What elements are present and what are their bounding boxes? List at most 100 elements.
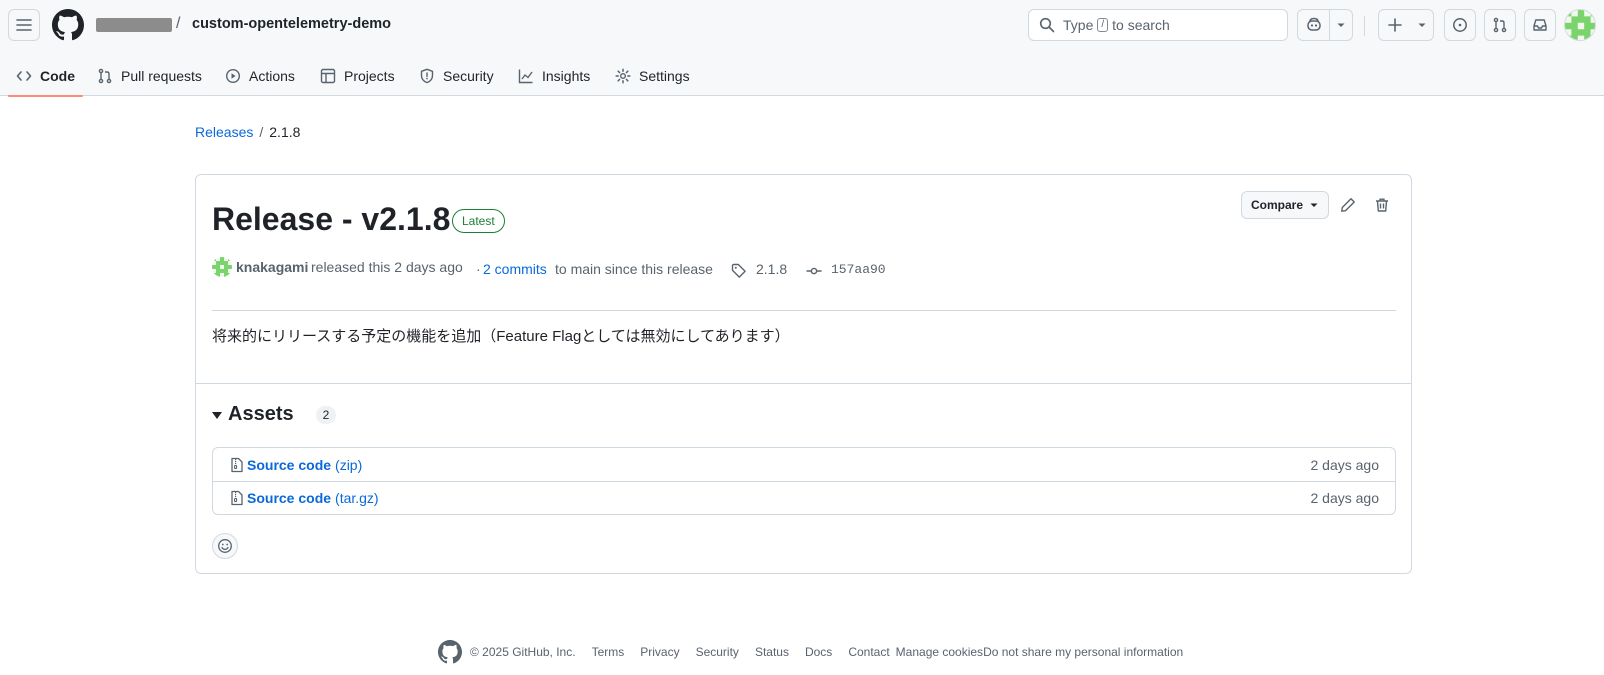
asset-name-link[interactable]: Source code <box>247 457 331 473</box>
issue-opened-icon <box>1453 18 1467 32</box>
triangle-down-icon <box>1337 23 1345 27</box>
tab-code[interactable]: Code <box>8 56 83 97</box>
commits-suffix: to main since this release <box>555 261 713 277</box>
plus-button[interactable] <box>1379 10 1411 40</box>
search-input[interactable]: Type / to search <box>1028 9 1288 41</box>
menu-button[interactable] <box>8 9 40 41</box>
header-separator <box>1364 16 1365 36</box>
triangle-down-icon <box>1310 203 1318 207</box>
released-time-text: released this 2 days ago <box>311 259 463 275</box>
breadcrumb-releases-link[interactable]: Releases <box>195 124 253 140</box>
asset-ext[interactable]: (zip) <box>335 457 362 473</box>
release-meta: knakagami released this 2 days ago · 2 c… <box>212 257 1392 279</box>
file-zip-icon <box>229 490 245 506</box>
release-card: Release - v2.1.8 Latest Compare knakagam… <box>195 174 1412 574</box>
asset-name-link[interactable]: Source code <box>247 490 331 506</box>
file-zip-icon <box>229 457 245 473</box>
footer-link-status[interactable]: Status <box>755 645 789 659</box>
pull-request-icon <box>1493 17 1507 33</box>
pull-requests-button[interactable] <box>1484 9 1516 41</box>
compare-button[interactable]: Compare <box>1241 191 1329 219</box>
shield-icon <box>420 68 434 84</box>
copilot-icon <box>1306 17 1321 31</box>
latest-badge: Latest <box>452 209 505 233</box>
add-reaction-button[interactable] <box>212 533 238 559</box>
repo-header: / custom-opentelemetry-demo Type / to se… <box>0 0 1604 97</box>
code-icon <box>16 71 32 81</box>
git-commit-icon <box>806 267 822 275</box>
plus-icon <box>1388 18 1402 32</box>
smiley-icon <box>218 539 232 553</box>
user-avatar[interactable] <box>1564 9 1596 41</box>
release-title: Release - v2.1.8 <box>212 201 451 237</box>
tab-projects[interactable]: Projects <box>312 56 403 96</box>
caret-down-icon <box>212 412 222 419</box>
graph-icon <box>518 69 533 84</box>
footer-copyright: © 2025 GitHub, Inc. <box>470 645 576 659</box>
pencil-icon <box>1341 198 1355 212</box>
footer-link-privacy[interactable]: Privacy <box>640 645 679 659</box>
footer-link-contact[interactable]: Contact <box>848 645 889 659</box>
play-icon <box>225 68 241 84</box>
tag-link[interactable]: 2.1.8 <box>756 259 787 279</box>
commits-link[interactable]: 2 commits <box>483 259 547 279</box>
assets-list: Source code (zip) 2 days ago Source code… <box>212 447 1396 515</box>
divider <box>212 310 1396 311</box>
commit-sha-link[interactable]: 157aa90 <box>831 259 886 279</box>
tab-settings[interactable]: Settings <box>607 56 698 96</box>
tab-pull-requests[interactable]: Pull requests <box>89 56 210 96</box>
delete-release-button[interactable] <box>1368 191 1396 219</box>
asset-date: 2 days ago <box>1310 456 1380 473</box>
footer-link-manage-cookies[interactable]: Manage cookies <box>896 645 983 659</box>
copilot-button[interactable] <box>1298 10 1329 40</box>
author-link[interactable]: knakagami <box>236 257 308 277</box>
footer-link-docs[interactable]: Docs <box>805 645 832 659</box>
hamburger-icon <box>16 19 32 31</box>
footer: © 2025 GitHub, Inc. Terms Privacy Securi… <box>438 640 1183 664</box>
copilot-dropdown-button[interactable] <box>1330 10 1352 40</box>
asset-row[interactable]: Source code (zip) 2 days ago <box>213 448 1395 481</box>
copilot-button-group <box>1297 9 1353 41</box>
create-new-button[interactable] <box>1378 9 1434 41</box>
release-notes: 将来的にリリースする予定の機能を追加（Feature Flagとしては無効にして… <box>212 328 790 345</box>
asset-row[interactable]: Source code (tar.gz) 2 days ago <box>213 481 1395 514</box>
tag-icon <box>731 263 746 278</box>
slash-key-hint: / <box>1097 18 1109 32</box>
identicon-avatar-icon <box>1565 10 1595 40</box>
asset-date: 2 days ago <box>1310 490 1380 506</box>
assets-toggle[interactable]: Assets 2 <box>212 403 337 426</box>
path-separator: / <box>176 15 181 32</box>
issues-button[interactable] <box>1444 9 1476 41</box>
breadcrumb-current: 2.1.8 <box>269 124 301 140</box>
edit-release-button[interactable] <box>1334 191 1362 219</box>
assets-title: Assets <box>228 403 294 425</box>
gear-icon <box>615 68 631 84</box>
tab-insights[interactable]: Insights <box>510 56 598 96</box>
footer-link-terms[interactable]: Terms <box>592 645 625 659</box>
identicon-avatar-icon <box>212 257 232 277</box>
github-logo-icon[interactable] <box>52 9 84 41</box>
tab-security[interactable]: Security <box>411 56 502 96</box>
asset-ext[interactable]: (tar.gz) <box>335 490 379 506</box>
author-avatar[interactable] <box>212 257 232 277</box>
table-icon <box>320 68 336 84</box>
triangle-down-icon <box>1418 23 1426 27</box>
footer-link-security[interactable]: Security <box>696 645 739 659</box>
assets-count: 2 <box>315 405 337 424</box>
create-dropdown-button[interactable] <box>1411 10 1433 40</box>
trash-icon <box>1376 198 1388 212</box>
owner-name-redacted[interactable] <box>96 18 172 32</box>
github-footer-logo-icon[interactable] <box>438 640 462 664</box>
repo-nav-tabs: Code Pull requests Actions Projects Secu… <box>0 56 1604 97</box>
top-bar: / custom-opentelemetry-demo Type / to se… <box>0 0 1604 50</box>
inbox-button[interactable] <box>1524 9 1556 41</box>
search-placeholder: Type / to search <box>1063 17 1170 33</box>
inbox-icon <box>1533 19 1547 31</box>
footer-link-do-not-share[interactable]: Do not share my personal information <box>983 645 1183 659</box>
breadcrumb: Releases / 2.1.8 <box>195 124 300 140</box>
breadcrumb-separator: / <box>259 124 264 140</box>
tab-actions[interactable]: Actions <box>217 56 303 96</box>
search-icon <box>1039 17 1055 33</box>
pull-request-icon <box>98 68 112 84</box>
repo-name-link[interactable]: custom-opentelemetry-demo <box>192 16 391 32</box>
